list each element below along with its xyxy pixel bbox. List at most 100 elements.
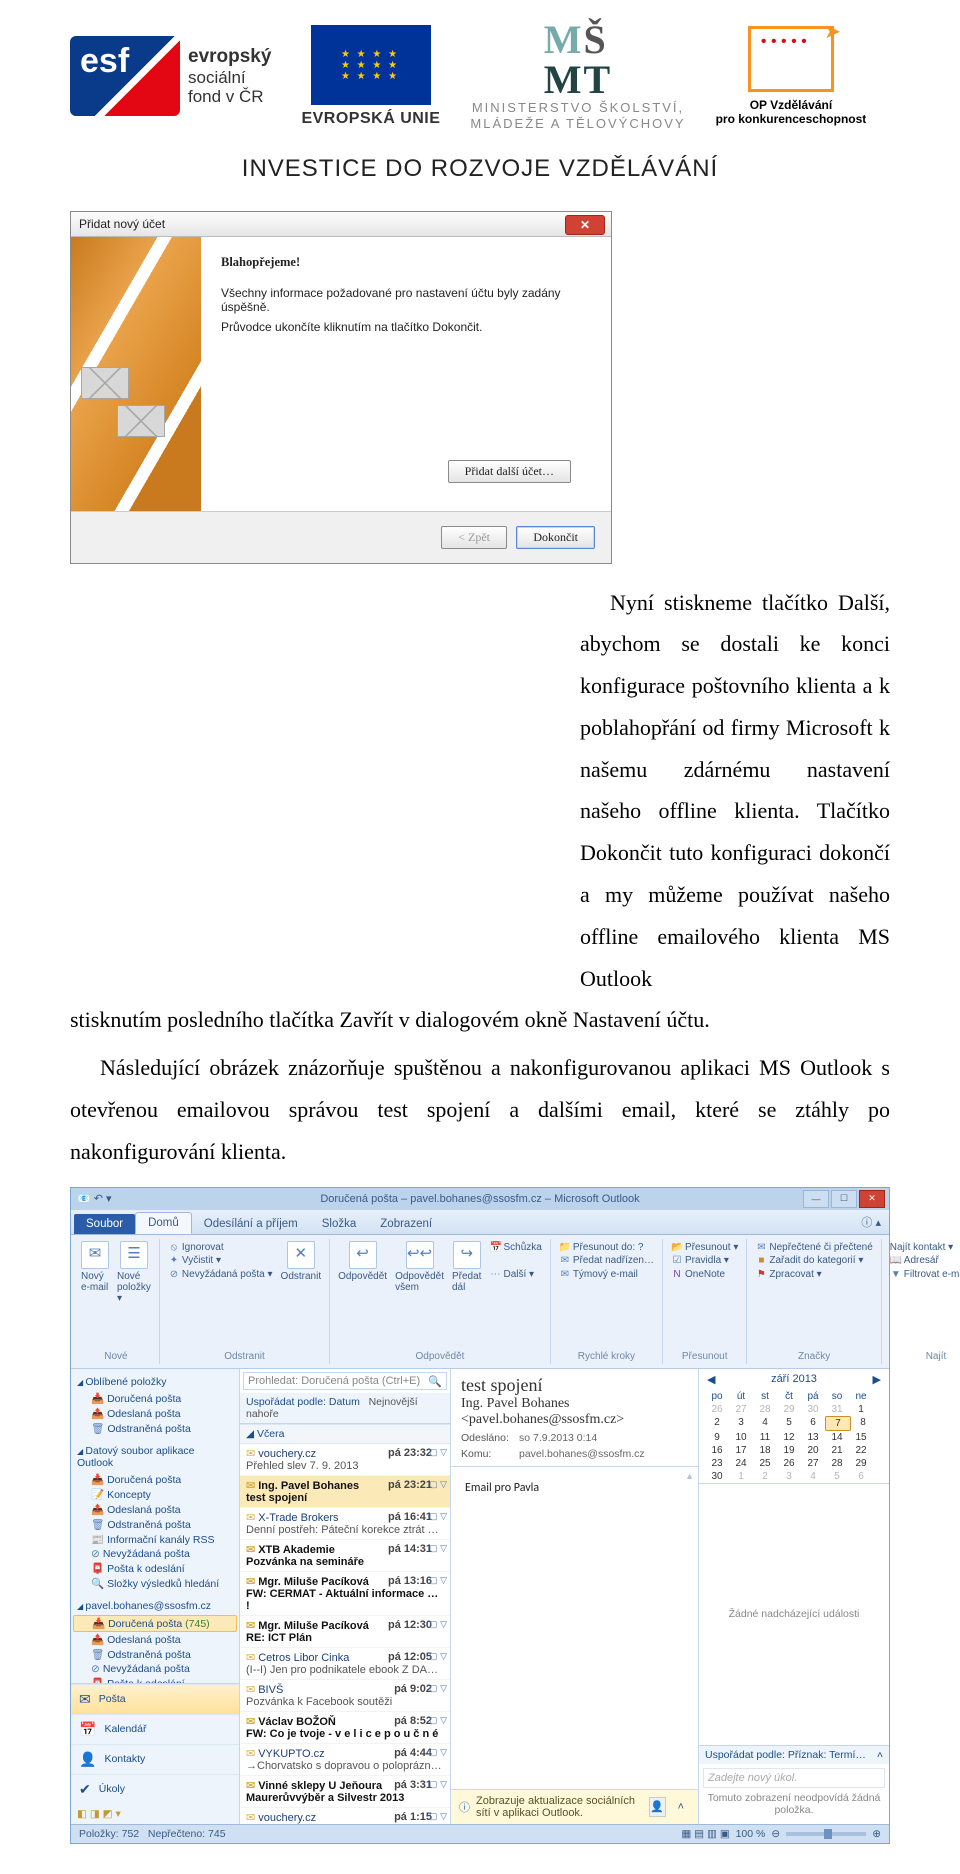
nav-item[interactable]: 📤Odeslaná pošta: [73, 1632, 237, 1647]
categorize-button[interactable]: ■Zařadit do kategorií ▾: [755, 1254, 872, 1268]
message-item[interactable]: ✉Mgr. Miluše PacíkováFW: CERMAT - Aktuál…: [240, 1572, 450, 1616]
reply-all-button[interactable]: ↩↩Odpovědět všem: [395, 1241, 444, 1293]
rules-button[interactable]: ☑Pravidla ▾: [671, 1254, 738, 1268]
msmt-mark-icon: MŠMT: [544, 20, 612, 100]
list-group-header[interactable]: Včera: [240, 1424, 450, 1444]
todo-arrange-header[interactable]: Uspořádat podle: Příznak: Termí… ˄: [699, 1745, 889, 1764]
minimize-button[interactable]: —: [803, 1190, 829, 1208]
nav-item-inbox[interactable]: 📥Doručená pošta (745): [73, 1615, 237, 1632]
esf-text-2: sociální: [188, 68, 271, 88]
logo-strip: evropský sociální fond v ČR EVROPSKÁ UNI…: [70, 0, 890, 143]
quickstep-item[interactable]: ✉Týmový e-mail: [559, 1268, 654, 1282]
nav-item[interactable]: ⊘Nevyžádaná pošta: [73, 1547, 237, 1561]
nav-item[interactable]: 🔍Složky výsledků hledání: [73, 1576, 237, 1591]
tab-sendreceive[interactable]: Odesílání a příjem: [192, 1214, 310, 1234]
new-items-button[interactable]: ☰Nové položky ▾: [117, 1241, 151, 1304]
nav-item[interactable]: 📰Informační kanály RSS: [73, 1532, 237, 1547]
nav-favorites-header[interactable]: Oblíbené položky: [73, 1373, 237, 1391]
message-item[interactable]: ✉Cetros Libor Cinka(I--I) Jen pro podnik…: [240, 1648, 450, 1680]
quickstep-item[interactable]: 📁Přesunout do: ?: [559, 1241, 654, 1255]
nav-item[interactable]: 📤Odeslaná pošta: [73, 1406, 237, 1421]
message-item[interactable]: ✉VYKUPTO.cz→Chorvatsko s dopravou o polo…: [240, 1744, 450, 1776]
chevron-up-icon[interactable]: ˄: [672, 1801, 690, 1813]
message-item[interactable]: ✉vouchery.czPřehled slev 6. 9. 2013pá 1:…: [240, 1808, 450, 1824]
next-month-button[interactable]: ▶: [873, 1373, 881, 1386]
nav-item[interactable]: 📮Pošta k odeslání: [73, 1676, 237, 1683]
meeting-button[interactable]: 📅Schůzka: [489, 1241, 541, 1255]
dialog-text-2: Průvodce ukončíte kliknutím na tlačítko …: [221, 320, 591, 334]
nav-item[interactable]: 📥Doručená pošta: [73, 1391, 237, 1406]
nav-item[interactable]: ⊘Nevyžádaná pošta: [73, 1662, 237, 1676]
close-button[interactable]: ✕: [565, 215, 605, 235]
nav-item[interactable]: 📮Pošta k odeslání: [73, 1561, 237, 1576]
esf-text-3: fond v ČR: [188, 87, 271, 107]
arrange-by-header[interactable]: Uspořádat podle: Datum Nejnovější nahoře: [240, 1393, 450, 1424]
search-input[interactable]: Prohledat: Doručená pošta (Ctrl+E): [243, 1372, 447, 1390]
message-item[interactable]: ✉BIVŠPozvánka k Facebook soutěžipá 9:02▢…: [240, 1680, 450, 1712]
maximize-button[interactable]: ☐: [831, 1190, 857, 1208]
forward-button[interactable]: ↪Předat dál: [452, 1241, 481, 1293]
tab-folder[interactable]: Složka: [310, 1214, 369, 1234]
cleanup-button[interactable]: ✦Vyčistit ▾: [168, 1254, 273, 1268]
msmt-logo: MŠMT MINISTERSTVO ŠKOLSTVÍ, MLÁDEŽE A TĚ…: [470, 20, 685, 133]
message-item[interactable]: ✉XTB AkademiePozvánka na seminářepá 14:3…: [240, 1540, 450, 1572]
address-book-button[interactable]: 📖Adresář: [890, 1254, 960, 1268]
close-button[interactable]: ✕: [859, 1190, 885, 1208]
onenote-button[interactable]: NOneNote: [671, 1268, 738, 1282]
group-quicksteps: 📁Přesunout do: ? ✉Předat nadřízen… ✉Týmo…: [551, 1239, 663, 1364]
filter-email-button[interactable]: ▼Filtrovat e-maily ▾: [890, 1268, 960, 1282]
social-infobar[interactable]: ⓘ Zobrazuje aktualizace sociálních sítí …: [451, 1789, 698, 1824]
delete-button[interactable]: ✕Odstranit: [281, 1241, 322, 1282]
junk-button[interactable]: ⊘Nevyžádaná pošta ▾: [168, 1268, 273, 1282]
nav-item[interactable]: 📤Odeslaná pošta: [73, 1502, 237, 1517]
nav-tasks-button[interactable]: ✔Úkoly: [71, 1774, 239, 1804]
message-item[interactable]: ✉Mgr. Miluše PacíkováRE: ICT Plánpá 12:3…: [240, 1616, 450, 1648]
nav-calendar-button[interactable]: 📅Kalendář: [71, 1714, 239, 1744]
finish-button[interactable]: Dokončit: [516, 526, 595, 549]
calendar-grid[interactable]: poútstčtpásone26272829303112345678910111…: [699, 1390, 889, 1483]
help-icon[interactable]: ⓘ ▴: [853, 1210, 889, 1234]
nav-item[interactable]: 📝Koncepty: [73, 1487, 237, 1502]
eu-logo: EVROPSKÁ UNIE: [301, 25, 440, 127]
person-icon[interactable]: 👤: [649, 1797, 666, 1817]
prev-month-button[interactable]: ◀: [707, 1373, 715, 1386]
nav-mail-button[interactable]: ✉Pošta: [71, 1684, 239, 1714]
message-item[interactable]: ✉Václav BOŽOŇFW: Co je tvoje - v e l i c…: [240, 1712, 450, 1744]
new-mail-button[interactable]: ✉Nový e-mail: [81, 1241, 109, 1304]
todo-bar: ◀ září 2013 ▶ poútstčtpásone262728293031…: [698, 1369, 889, 1824]
ribbon: ✉Nový e-mail ☰Nové položky ▾ Nové ⦸Ignor…: [71, 1235, 889, 1369]
nav-item[interactable]: 🗑Odstraněná pošta: [73, 1421, 237, 1436]
tab-file[interactable]: Soubor: [74, 1214, 135, 1234]
nav-contacts-button[interactable]: 👤Kontakty: [71, 1744, 239, 1774]
nav-item[interactable]: 🗑Odstraněná pošta: [73, 1647, 237, 1662]
move-button[interactable]: 📂Přesunout ▾: [671, 1241, 738, 1255]
wizard-dialog: Přidat nový účet ✕ Blahopřejeme! Všechny…: [70, 211, 612, 564]
paragraph-1-tail: stisknutím posledního tlačítka Zavřít v …: [70, 999, 890, 1041]
titlebar[interactable]: 📧 ↶ ▾ Doručená pošta – pavel.bohanes@sso…: [71, 1188, 889, 1210]
unread-button[interactable]: ✉Nepřečtené či přečtené: [755, 1241, 872, 1255]
tab-view[interactable]: Zobrazení: [368, 1214, 444, 1234]
nav-shortcut-strip[interactable]: ◧ ◨ ◩ ▾: [71, 1804, 239, 1824]
group-delete: ⦸Ignorovat ✦Vyčistit ▾ ⊘Nevyžádaná pošta…: [160, 1239, 330, 1364]
nav-item[interactable]: 📥Doručená pošta: [73, 1472, 237, 1487]
view-buttons[interactable]: ▦ ▤ ▥ ▣: [681, 1828, 729, 1840]
add-account-button[interactable]: Přidat další účet…: [448, 460, 571, 483]
new-task-input[interactable]: Zadejte nový úkol.: [703, 1768, 885, 1788]
quickstep-item[interactable]: ✉Předat nadřízen…: [559, 1254, 654, 1268]
find-contact-input[interactable]: Najít kontakt ▾: [890, 1241, 960, 1255]
followup-button[interactable]: ⚑Zpracovat ▾: [755, 1268, 872, 1282]
nav-item[interactable]: 🗑Odstraněná pošta: [73, 1517, 237, 1532]
tab-home[interactable]: Domů: [135, 1212, 192, 1234]
reply-button[interactable]: ↩Odpovědět: [338, 1241, 387, 1293]
message-item[interactable]: ✉Ing. Pavel Bohanestest spojenípá 23:21▢…: [240, 1476, 450, 1508]
more-button[interactable]: ⋯Další ▾: [489, 1268, 541, 1282]
ribbon-tabs: Soubor Domů Odesílání a příjem Složka Zo…: [71, 1210, 889, 1235]
zoom-slider[interactable]: 100 % ⊖⊕: [736, 1828, 881, 1840]
nav-datafile-header[interactable]: Datový soubor aplikace Outlook: [73, 1442, 237, 1472]
dialog-titlebar[interactable]: Přidat nový účet ✕: [71, 212, 611, 237]
message-item[interactable]: ✉X-Trade BrokersDenní postřeh: Páteční k…: [240, 1508, 450, 1540]
nav-account-header[interactable]: pavel.bohanes@ssosfm.cz: [73, 1597, 237, 1615]
message-item[interactable]: ✉vouchery.czPřehled slev 7. 9. 2013pá 23…: [240, 1444, 450, 1476]
message-item[interactable]: ✉Vinné sklepy U JeňouraMaurerůvvýběr a S…: [240, 1776, 450, 1808]
ignore-button[interactable]: ⦸Ignorovat: [168, 1241, 273, 1255]
